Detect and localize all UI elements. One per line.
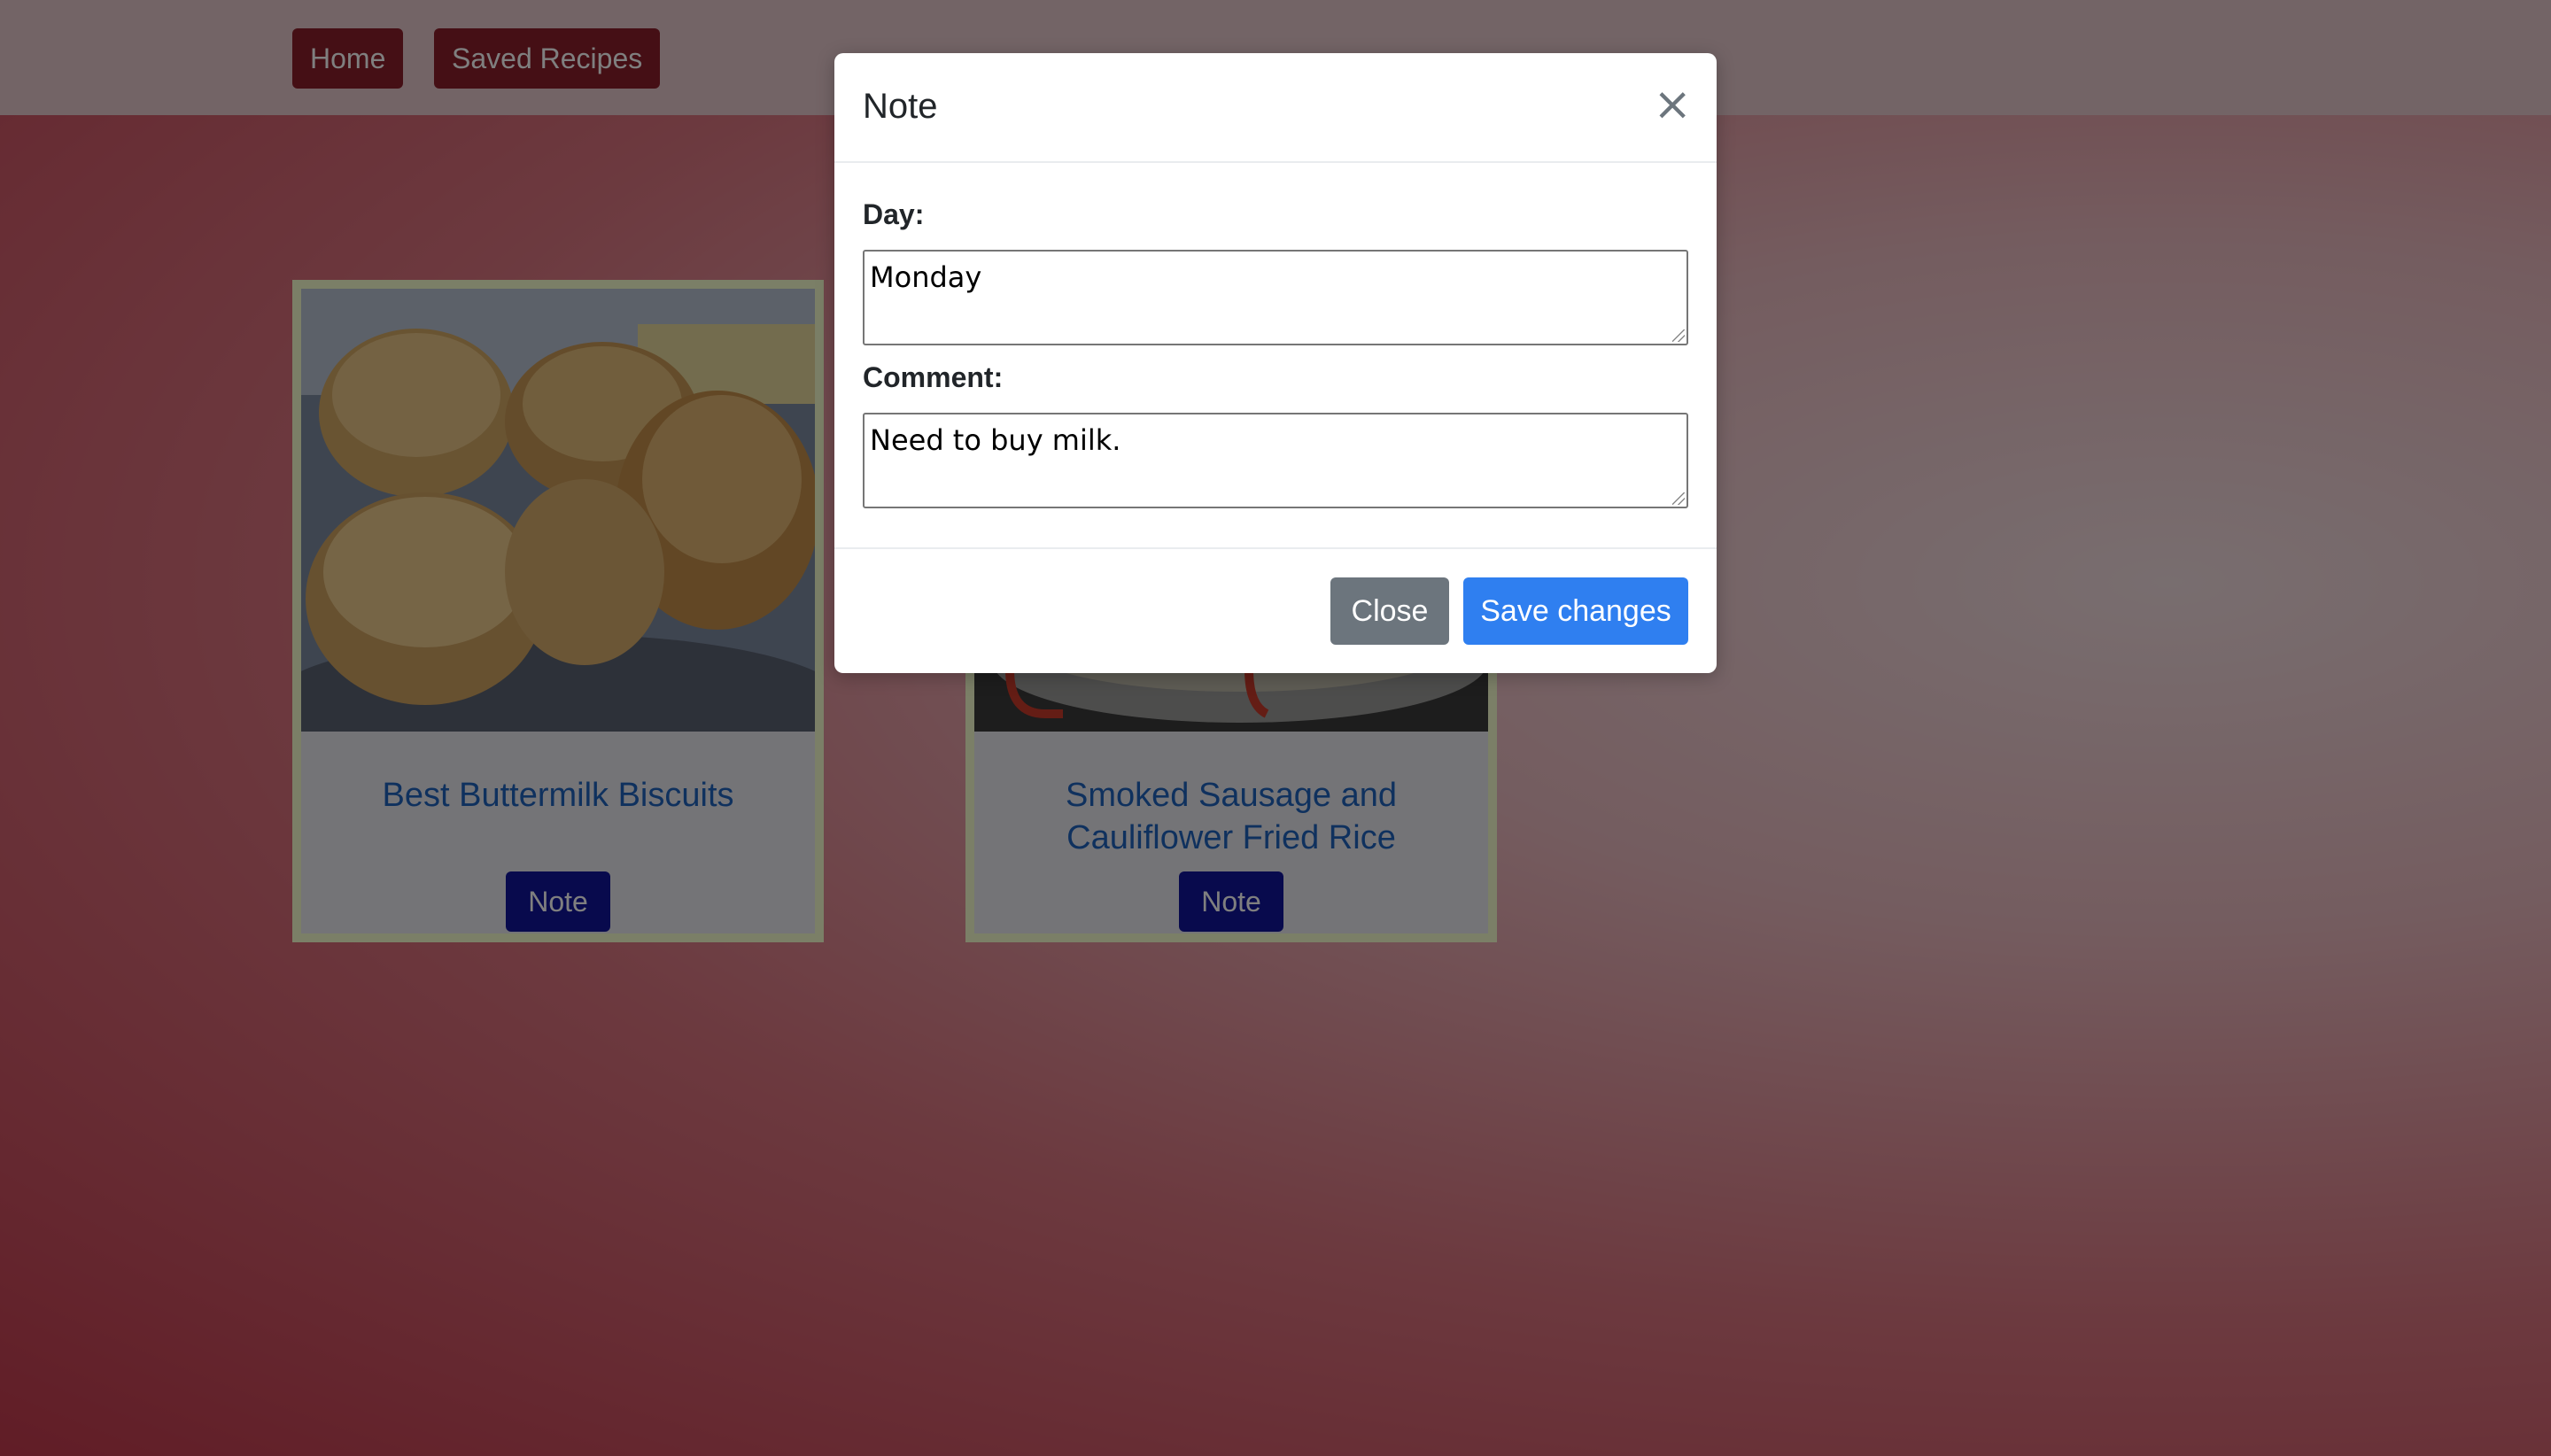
day-label: Day: <box>863 198 925 230</box>
close-button[interactable]: Close <box>1330 577 1449 645</box>
close-icon[interactable]: × <box>1653 76 1692 133</box>
comment-textarea[interactable]: Need to buy milk. <box>863 413 1688 508</box>
modal-title: Note <box>863 87 938 126</box>
note-modal: Note × Day: Monday Comment: Need to buy … <box>834 53 1717 673</box>
comment-value: Need to buy milk. <box>870 423 1121 457</box>
resize-grip-icon[interactable] <box>1672 492 1685 505</box>
modal-header: Note × <box>834 53 1717 163</box>
save-changes-button[interactable]: Save changes <box>1463 577 1688 645</box>
day-value: Monday <box>870 260 982 294</box>
resize-grip-icon[interactable] <box>1672 329 1685 342</box>
comment-label: Comment: <box>863 361 1004 393</box>
day-textarea[interactable]: Monday <box>863 250 1688 345</box>
